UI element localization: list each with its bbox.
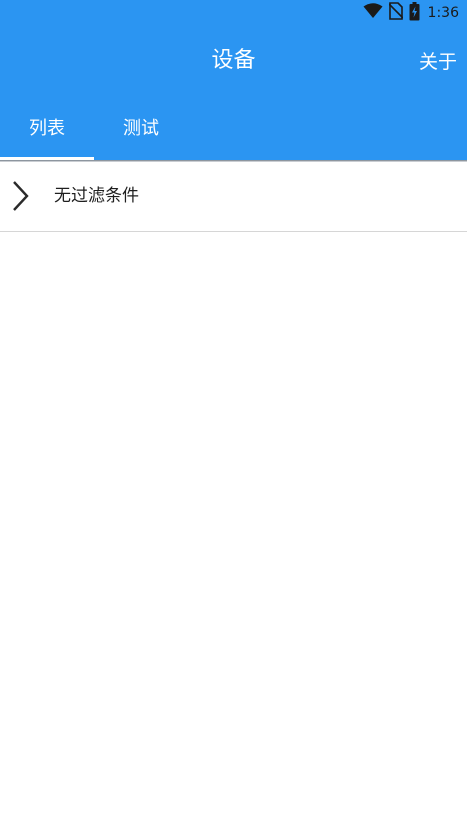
status-time: 1:36 <box>427 5 459 21</box>
wifi-icon <box>363 3 383 23</box>
tab-bar: 列表 测试 <box>0 98 467 160</box>
toolbar: 设备 关于 <box>0 26 467 98</box>
status-bar: 1:36 <box>0 0 467 26</box>
app-root: 1:36 设备 关于 列表 测试 无过滤条件 <box>0 0 467 829</box>
about-button[interactable]: 关于 <box>419 47 457 77</box>
tab-list[interactable]: 列表 <box>0 98 94 160</box>
filter-label: 无过滤条件 <box>54 186 139 206</box>
battery-charging-icon <box>409 1 420 25</box>
tab-test[interactable]: 测试 <box>94 98 188 160</box>
page-title: 设备 <box>211 48 256 73</box>
filter-row[interactable]: 无过滤条件 <box>0 162 467 232</box>
status-icons: 1:36 <box>363 1 459 25</box>
app-header: 1:36 设备 关于 列表 测试 <box>0 0 467 160</box>
no-sim-icon <box>387 2 404 24</box>
chevron-right-icon <box>10 179 32 213</box>
